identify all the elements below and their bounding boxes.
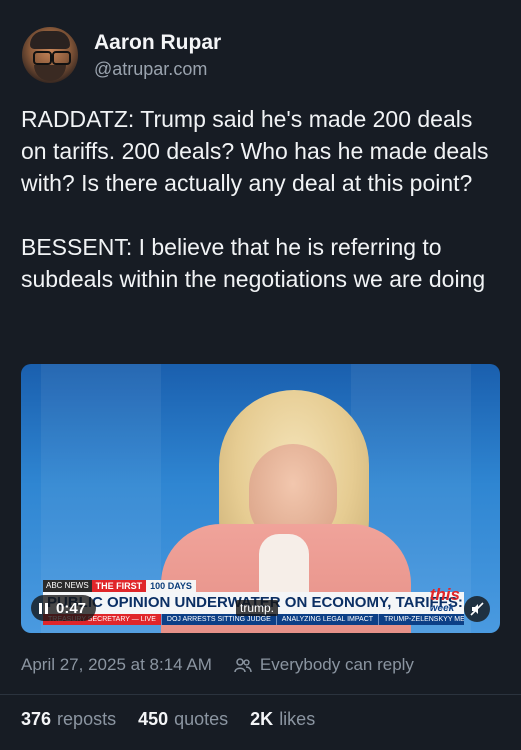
- avatar-glasses-left: [33, 51, 52, 65]
- post-text: RADDATZ: Trump said he's made 200 deals …: [21, 106, 489, 292]
- ticker-item: ANALYZING LEGAL IMPACT: [277, 614, 380, 625]
- banner-brand: ABC NEWS: [43, 580, 92, 592]
- video-time: 0:47: [56, 599, 87, 617]
- avatar-glasses-right: [52, 51, 71, 65]
- likes-stat[interactable]: 2K likes: [250, 709, 315, 730]
- post-stats: 376 reposts 450 quotes 2K likes: [21, 709, 315, 730]
- avatar-beard: [34, 65, 66, 81]
- author-avatar[interactable]: [22, 27, 78, 83]
- post-meta: April 27, 2025 at 8:14 AM Everybody can …: [21, 655, 414, 675]
- video-caption: trump.: [236, 600, 279, 616]
- muted-speaker-icon: [470, 602, 484, 616]
- pause-button[interactable]: 0:47: [31, 595, 97, 621]
- post-timestamp[interactable]: April 27, 2025 at 8:14 AM: [21, 655, 212, 675]
- author-handle[interactable]: @atrupar.com: [94, 59, 207, 80]
- banner-tag-days: 100 DAYS: [146, 580, 196, 592]
- reposts-stat[interactable]: 376 reposts: [21, 709, 116, 730]
- divider: [0, 694, 521, 695]
- video-player[interactable]: ABC NEWS THE FIRST 100 DAYS PUBLIC OPINI…: [21, 364, 500, 633]
- banner-top: ABC NEWS THE FIRST 100 DAYS: [43, 580, 196, 592]
- avatar-hair: [30, 31, 70, 49]
- author-name[interactable]: Aaron Rupar: [94, 31, 221, 55]
- banner-tag: THE FIRST: [91, 580, 147, 592]
- logo-bottom: week: [429, 603, 455, 614]
- people-icon: [234, 658, 252, 673]
- quotes-stat[interactable]: 450 quotes: [138, 709, 228, 730]
- reply-setting: Everybody can reply: [259, 655, 414, 674]
- mute-button[interactable]: [464, 596, 490, 622]
- pause-icon: [39, 602, 48, 614]
- this-week-logo: this week: [429, 586, 460, 616]
